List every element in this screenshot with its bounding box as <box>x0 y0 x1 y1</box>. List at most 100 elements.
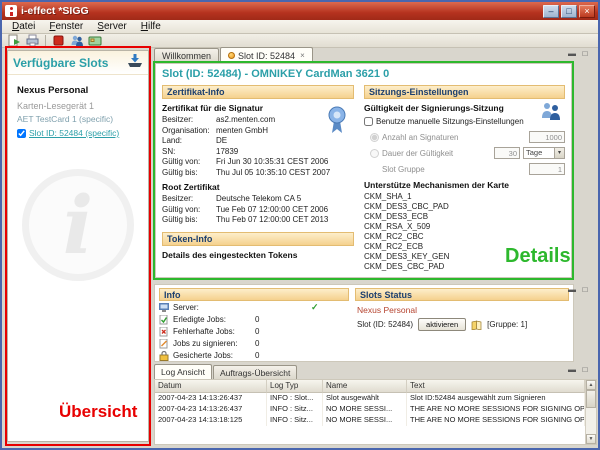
duration-unit-dropdown[interactable]: Tage ▾ <box>523 147 565 159</box>
column-header-name[interactable]: Name <box>323 380 407 393</box>
field-label: Land: <box>162 136 216 147</box>
menu-hilfe[interactable]: Hilfe <box>134 20 168 33</box>
stop-icon[interactable] <box>51 34 66 47</box>
tree-item-card[interactable]: AET TestCard 1 (specific) <box>17 114 140 124</box>
scrollbar-thumb[interactable] <box>586 390 596 408</box>
saved-jobs-icon <box>159 351 169 361</box>
log-cell[interactable]: THE ARE NO MORE SESSIONS FOR SIGNING OPE… <box>407 415 585 426</box>
slot-group-input[interactable] <box>529 163 565 175</box>
panel-minimize-icon[interactable]: ▬ <box>567 49 577 58</box>
session-settings-header: Sitzungs-Einstellungen <box>364 85 565 99</box>
log-tab-bar: Log Ansicht Auftrags-Übersicht <box>154 364 574 379</box>
duration-unit-value: Tage <box>523 147 554 159</box>
log-cell[interactable]: 2007-04-23 14:13:26:437 <box>155 393 267 404</box>
slot-details-title: Slot (ID: 52484) - OMNIKEY CardMan 3621 … <box>162 68 565 80</box>
log-cell[interactable]: NO MORE SESSI... <box>323 404 407 415</box>
log-scrollbar[interactable]: ▲ ▼ <box>585 380 596 444</box>
menu-fenster[interactable]: Fenster <box>42 20 90 33</box>
log-cell[interactable]: THE ARE NO MORE SESSIONS FOR SIGNING OPE… <box>407 404 585 415</box>
menu-server[interactable]: Server <box>90 20 133 33</box>
field-value: Tue Feb 07 12:00:00 CET 2006 <box>216 205 328 216</box>
log-cell[interactable]: 2007-04-23 14:13:18:125 <box>155 415 267 426</box>
info-label: Fehlerhafte Jobs: <box>173 327 251 336</box>
column-header-logtyp[interactable]: Log Typ <box>267 380 323 393</box>
signature-count-radio[interactable] <box>370 133 379 142</box>
minimize-button[interactable]: – <box>543 5 559 18</box>
slot-status-label: Slot (ID: 52484) <box>357 320 413 329</box>
log-cell[interactable]: INFO : Sitz... <box>267 404 323 415</box>
menu-datei[interactable]: Datei <box>5 20 42 33</box>
card-icon[interactable] <box>87 34 102 47</box>
panel-minimize-icon[interactable]: ▬ <box>567 365 577 374</box>
field-value: Thu Jul 05 10:35:10 CEST 2007 <box>216 168 330 179</box>
done-jobs-icon <box>159 315 169 325</box>
slot-checkbox[interactable] <box>17 129 26 138</box>
tab-slot-label: Slot ID: 52484 <box>238 51 295 61</box>
activate-button[interactable]: aktivieren <box>418 318 466 331</box>
download-icon[interactable] <box>127 53 143 73</box>
panel-minimize-icon[interactable]: ▬ <box>567 285 577 294</box>
field-value: Fri Jun 30 10:35:31 CEST 2006 <box>216 157 328 168</box>
scroll-down-icon[interactable]: ▼ <box>586 434 596 444</box>
info-watermark: i <box>22 169 134 281</box>
log-cell[interactable]: Slot ausgewählt <box>323 393 407 404</box>
close-button[interactable]: × <box>579 5 595 18</box>
toolbar <box>2 34 598 48</box>
panel-maximize-icon[interactable]: □ <box>580 49 590 58</box>
menu-bar: Datei Fenster Server Hilfe <box>2 20 598 34</box>
tab-willkommen[interactable]: Willkommen <box>154 48 219 63</box>
mechanism-item: CKM_RSA_X_509 <box>364 222 565 232</box>
log-cell[interactable]: INFO : Slot... <box>267 393 323 404</box>
signature-count-input[interactable] <box>529 131 565 143</box>
manual-settings-checkbox[interactable] <box>364 117 373 126</box>
tab-auftrags-uebersicht[interactable]: Auftrags-Übersicht <box>213 365 297 379</box>
token-details-line: Details des eingesteckten Tokens <box>162 250 354 260</box>
info-value: 0 <box>255 327 259 336</box>
column-header-datum[interactable]: Datum <box>155 380 267 393</box>
duration-radio[interactable] <box>370 149 379 158</box>
tab-close-icon[interactable]: × <box>300 51 305 60</box>
mechanism-item: CKM_DES_CBC_PAD <box>364 262 565 272</box>
field-value: DE <box>216 136 227 147</box>
chevron-down-icon[interactable]: ▾ <box>554 147 565 159</box>
export-icon[interactable] <box>7 34 22 47</box>
toolbar-separator <box>45 35 46 46</box>
column-header-text[interactable]: Text <box>407 380 585 393</box>
tree-item-slot[interactable]: Slot ID: 52484 (specific) <box>17 128 140 138</box>
log-table-panel: Datum Log Typ Name Text 2007-04-23 14:13… <box>154 379 597 445</box>
available-slots-header: Verfügbare Slots <box>8 51 148 75</box>
panel-maximize-icon[interactable]: □ <box>580 365 590 374</box>
info-row-done: Erledigte Jobs: 0 <box>159 314 349 325</box>
token-info-header: Token-Info <box>162 232 354 246</box>
log-cell[interactable]: INFO : Sitz... <box>267 415 323 426</box>
log-cell[interactable]: Slot ID:52484 ausgewählt zum Signieren <box>407 393 585 404</box>
available-slots-panel: Verfügbare Slots i Nexus Personal Karten… <box>7 50 149 442</box>
info-panel: Info Server: ✓ Erledigte Jobs: 0 Fehlerh… <box>159 288 349 361</box>
field-label: Gültig bis: <box>162 215 216 226</box>
group-book-icon <box>471 320 482 330</box>
certificate-column: Zertifikat-Info Zertifikat für die Signa… <box>162 85 354 272</box>
scroll-up-icon[interactable]: ▲ <box>586 380 596 390</box>
tree-item-provider[interactable]: Nexus Personal <box>17 85 140 96</box>
slot-link[interactable]: Slot ID: 52484 (specific) <box>29 128 119 138</box>
error-jobs-icon <box>159 327 169 337</box>
signature-count-label: Anzahl an Signaturen <box>382 133 459 142</box>
log-cell[interactable]: 2007-04-23 14:13:26:437 <box>155 404 267 415</box>
print-icon[interactable] <box>25 34 40 47</box>
window-title: i-effect *SIGG <box>21 5 89 17</box>
tab-log-label: Log Ansicht <box>161 367 205 377</box>
tab-slot[interactable]: Slot ID: 52484 × <box>220 47 313 63</box>
tree-item-reader[interactable]: Karten-Lesegerät 1 <box>17 101 140 111</box>
field-label: Organisation: <box>162 126 216 137</box>
users-icon[interactable] <box>69 34 84 47</box>
info-value: 0 <box>255 315 259 324</box>
log-cell[interactable]: NO MORE SESSI... <box>323 415 407 426</box>
mechanism-item: CKM_RC2_ECB <box>364 242 565 252</box>
editor-window-buttons: ▬ □ <box>567 49 590 58</box>
tab-log-ansicht[interactable]: Log Ansicht <box>154 364 212 379</box>
panel-maximize-icon[interactable]: □ <box>580 285 590 294</box>
info-label: Jobs zu signieren: <box>173 339 251 348</box>
duration-input[interactable] <box>494 147 520 159</box>
mechanism-item: CKM_DES3_KEY_GEN <box>364 252 565 262</box>
maximize-button[interactable]: □ <box>561 5 577 18</box>
